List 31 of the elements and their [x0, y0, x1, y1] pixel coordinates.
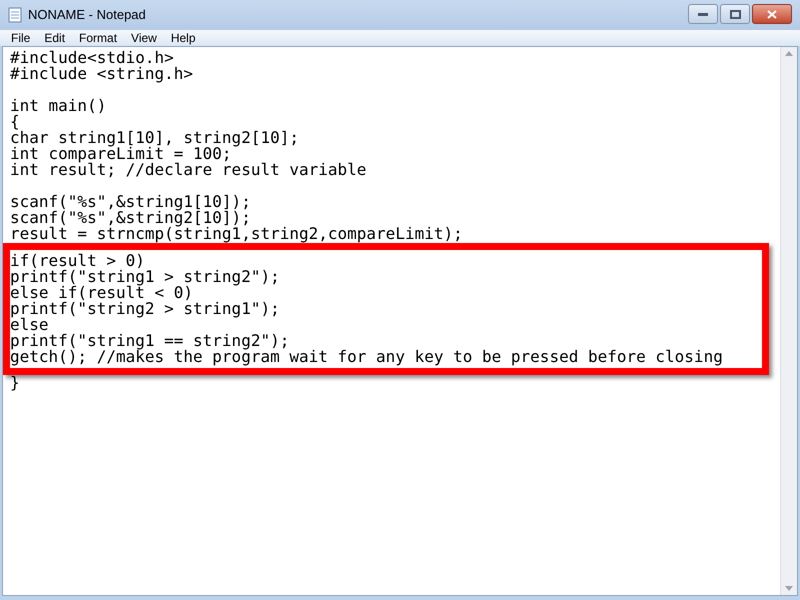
menu-item[interactable]: File: [4, 30, 38, 46]
minimize-icon: [698, 12, 708, 16]
menu-item[interactable]: Format: [72, 30, 124, 46]
notepad-icon: [8, 7, 22, 23]
code-line: scanf("%s",&string2[10]);: [10, 210, 251, 226]
code-line: result = strncmp(string1,string2,compareLimit);: [10, 226, 463, 242]
close-button[interactable]: [752, 4, 792, 24]
close-icon: [767, 10, 777, 18]
code-line: int main(): [10, 98, 106, 114]
menu-item[interactable]: Help: [164, 30, 203, 46]
code-line: char string1[10], string2[10];: [10, 130, 299, 146]
code-line: if(result > 0): [10, 253, 145, 269]
menu-item[interactable]: View: [124, 30, 164, 46]
restore-icon: [730, 10, 740, 18]
code-line: #include <string.h>: [10, 66, 194, 82]
code-line: }: [10, 375, 20, 391]
minimize-button[interactable]: [688, 4, 718, 24]
code-line: getch(); //makes the program wait for any key to be pressed before closing: [10, 349, 723, 365]
code-line: int result; //declare result variable: [10, 162, 366, 178]
code-line: printf("string2 > string1");: [10, 301, 280, 317]
window-title: NONAME - Notepad: [28, 6, 146, 24]
code-line: else if(result < 0): [10, 285, 194, 301]
code-line: else: [10, 317, 49, 333]
menu-item[interactable]: Edit: [37, 30, 72, 46]
code-line: printf("string1 > string2");: [10, 269, 280, 285]
code-line: int compareLimit = 100;: [10, 146, 232, 162]
maximize-button[interactable]: [720, 4, 750, 24]
code-line: printf("string1 == string2");: [10, 333, 290, 349]
code-line: scanf("%s",&string1[10]);: [10, 194, 251, 210]
code-line: {: [10, 114, 20, 130]
code-line: #include<stdio.h>: [10, 50, 174, 66]
